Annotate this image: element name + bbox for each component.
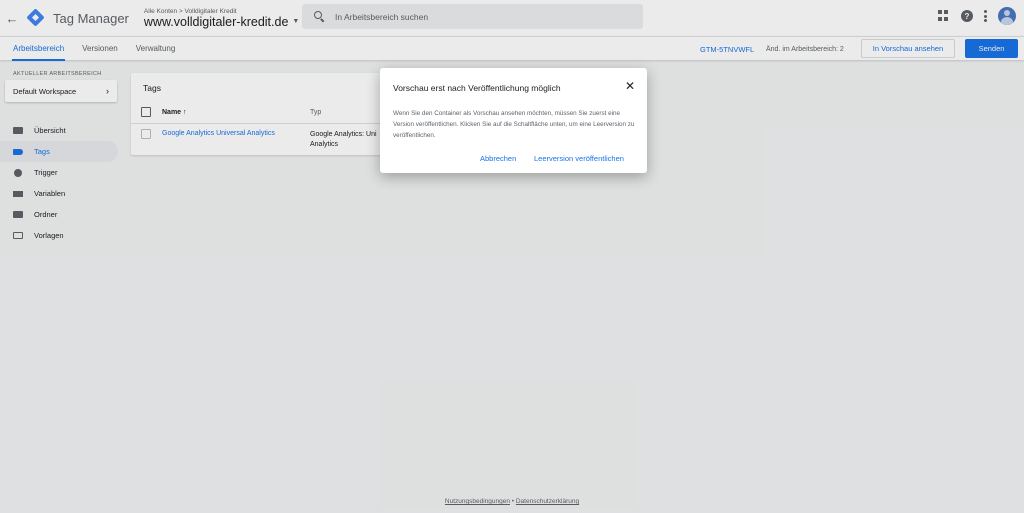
- publish-empty-version-button[interactable]: Leerversion veröffentlichen: [534, 154, 624, 163]
- dialog-body: Wenn Sie den Container als Vorschau anse…: [393, 110, 635, 139]
- dialog-title: Vorschau erst nach Veröffentlichung mögl…: [393, 83, 561, 93]
- cancel-button[interactable]: Abbrechen: [480, 154, 516, 163]
- close-icon[interactable]: ✕: [625, 80, 635, 92]
- preview-dialog: Vorschau erst nach Veröffentlichung mögl…: [380, 68, 647, 173]
